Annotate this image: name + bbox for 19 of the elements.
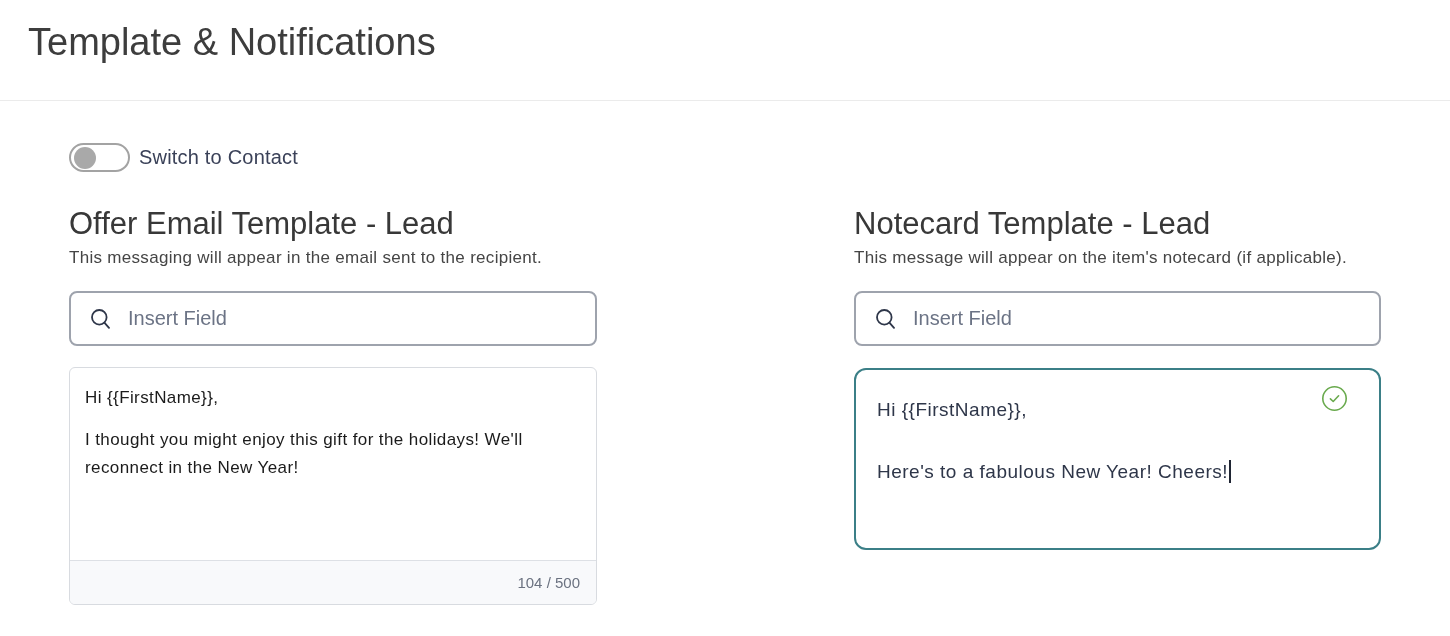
search-icon: [876, 309, 895, 329]
toggle-switch[interactable]: [69, 143, 130, 172]
page-title: Template & Notifications: [28, 20, 436, 65]
template-description: This messaging will appear in the email sent to the recipient.: [69, 248, 543, 268]
message-text: Here's to a fabulous New Year! Cheers!: [877, 460, 1229, 484]
template-heading: Offer Email Template - Lead: [69, 206, 454, 242]
message-text: I thought you might enjoy this gift for the holidays! We'll reconnect in the New Year!: [85, 429, 524, 479]
search-field[interactable]: Insert Field: [854, 291, 1381, 346]
search-icon: [91, 309, 110, 329]
toggle-label: Switch to Contact: [139, 146, 299, 169]
character-count: 104 / 500: [517, 574, 580, 591]
message-editor[interactable]: Hi {{FirstName}}, Here's to a fabulous New Year! Cheers!: [854, 368, 1381, 550]
message-text: Hi {{FirstName}},: [85, 387, 219, 409]
template-heading: Notecard Template - Lead: [854, 206, 1211, 242]
message-text: Hi {{FirstName}},: [877, 398, 1027, 422]
search-field[interactable]: Insert Field: [69, 291, 597, 346]
message-editor[interactable]: Hi {{FirstName}}, I thought you might enjoy this gift for the holidays! We'll reconnect in the New Year! 104 / 500: [69, 367, 597, 605]
template-description: This message will appear on the item's notecard (if applicable).: [854, 248, 1347, 268]
text-cursor: [1229, 460, 1232, 483]
